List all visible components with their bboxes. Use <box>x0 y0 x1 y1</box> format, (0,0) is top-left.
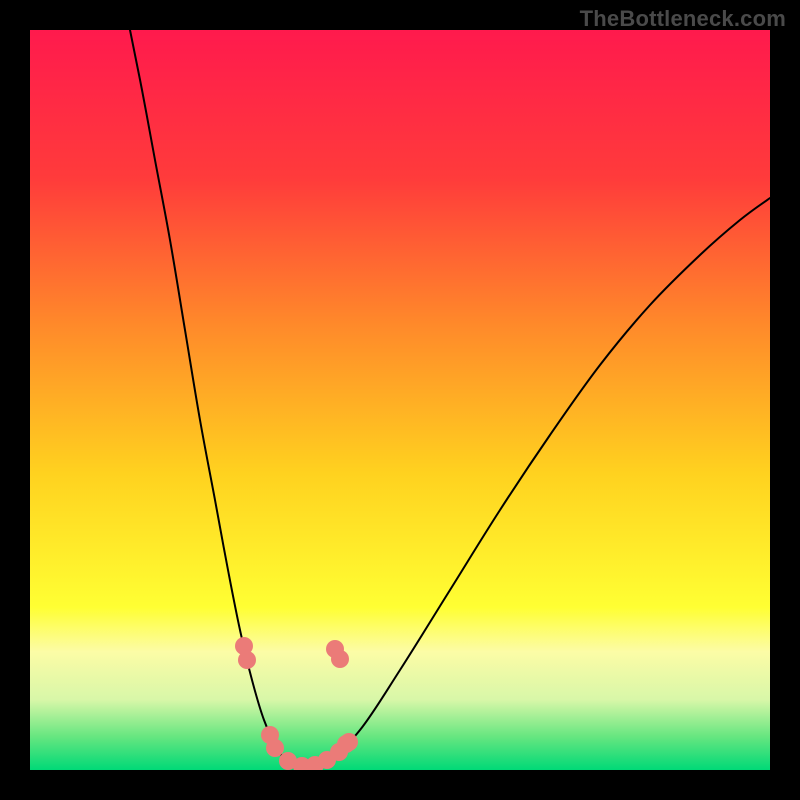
watermark-text: TheBottleneck.com <box>580 6 786 32</box>
plot-area <box>30 30 770 770</box>
scatter-point <box>331 650 349 668</box>
scatter-point <box>337 735 355 753</box>
scatter-point <box>266 739 284 757</box>
background-gradient <box>30 30 770 770</box>
chart-frame: TheBottleneck.com <box>0 0 800 800</box>
scatter-point <box>238 651 256 669</box>
chart-svg <box>30 30 770 770</box>
